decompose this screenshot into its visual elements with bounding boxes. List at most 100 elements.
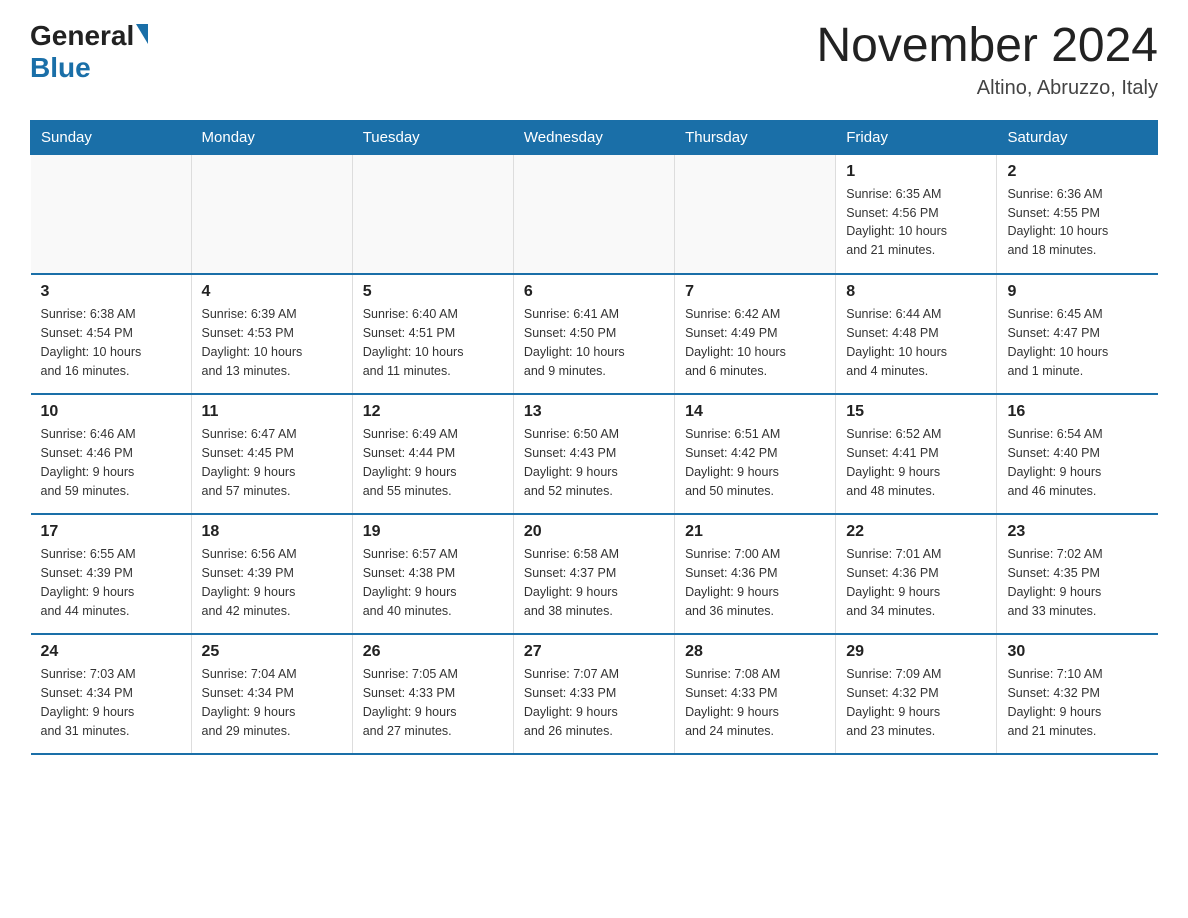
calendar-location: Altino, Abruzzo, Italy	[816, 77, 1158, 100]
calendar-week-row: 1 Sunrise: 6:35 AM Sunset: 4:56 PM Daylig…	[31, 154, 1158, 274]
calendar-cell: 6Sunrise: 6:41 AM Sunset: 4:50 PM Daylig…	[513, 274, 674, 394]
day-number: 4	[202, 283, 342, 301]
day-number: 1	[846, 163, 986, 181]
day-info: Sunrise: 7:10 AM Sunset: 4:32 PM Dayligh…	[1007, 665, 1147, 740]
calendar-week-row: 17Sunrise: 6:55 AM Sunset: 4:39 PM Dayli…	[31, 514, 1158, 634]
calendar-cell: 22 Sunrise: 7:01 AM Sunset: 4:36 PM Dayli…	[836, 514, 997, 634]
day-info: Sunrise: 7:08 AM Sunset: 4:33 PM Dayligh…	[685, 665, 825, 740]
day-number: 16	[1007, 403, 1147, 421]
day-info: Sunrise: 7:03 AM Sunset: 4:34 PM Dayligh…	[41, 665, 181, 740]
day-info: Sunrise: 6:45 AM Sunset: 4:47 PM Dayligh…	[1007, 305, 1147, 380]
day-number: 7	[685, 283, 825, 301]
calendar-cell	[191, 154, 352, 274]
calendar-cell: 19 Sunrise: 6:57 AM Sunset: 4:38 PM Dayli…	[352, 514, 513, 634]
calendar-cell	[675, 154, 836, 274]
day-number: 11	[202, 403, 342, 421]
day-number: 26	[363, 643, 503, 661]
day-info: Sunrise: 7:05 AM Sunset: 4:33 PM Dayligh…	[363, 665, 503, 740]
day-info: Sunrise: 6:42 AM Sunset: 4:49 PM Dayligh…	[685, 305, 825, 380]
calendar-week-row: 24 Sunrise: 7:03 AM Sunset: 4:34 PM Dayli…	[31, 634, 1158, 754]
calendar-cell: 11 Sunrise: 6:47 AM Sunset: 4:45 PM Dayli…	[191, 394, 352, 514]
day-info: Sunrise: 6:56 AM Sunset: 4:39 PM Dayligh…	[202, 545, 342, 620]
calendar-day-header: Tuesday	[352, 120, 513, 154]
calendar-cell: 29 Sunrise: 7:09 AM Sunset: 4:32 PM Dayli…	[836, 634, 997, 754]
day-number: 13	[524, 403, 664, 421]
day-number: 19	[363, 523, 503, 541]
calendar-cell: 15 Sunrise: 6:52 AM Sunset: 4:41 PM Dayli…	[836, 394, 997, 514]
logo-triangle-icon	[136, 24, 148, 44]
day-number: 3	[41, 283, 181, 301]
day-number: 24	[41, 643, 181, 661]
day-info: Sunrise: 6:50 AM Sunset: 4:43 PM Dayligh…	[524, 425, 664, 500]
logo-general-text: General	[30, 20, 134, 52]
calendar-title: November 2024	[816, 20, 1158, 73]
day-info: Sunrise: 6:35 AM Sunset: 4:56 PM Dayligh…	[846, 185, 986, 260]
calendar-week-row: 3 Sunrise: 6:38 AM Sunset: 4:54 PM Daylig…	[31, 274, 1158, 394]
day-info: Sunrise: 6:40 AM Sunset: 4:51 PM Dayligh…	[363, 305, 503, 380]
day-number: 22	[846, 523, 986, 541]
day-info: Sunrise: 7:07 AM Sunset: 4:33 PM Dayligh…	[524, 665, 664, 740]
day-info: Sunrise: 6:38 AM Sunset: 4:54 PM Dayligh…	[41, 305, 181, 380]
calendar-cell: 10Sunrise: 6:46 AM Sunset: 4:46 PM Dayli…	[31, 394, 192, 514]
calendar-cell	[31, 154, 192, 274]
day-number: 30	[1007, 643, 1147, 661]
day-number: 10	[41, 403, 181, 421]
calendar-cell: 3 Sunrise: 6:38 AM Sunset: 4:54 PM Daylig…	[31, 274, 192, 394]
calendar-table: SundayMondayTuesdayWednesdayThursdayFrid…	[30, 120, 1158, 756]
day-info: Sunrise: 6:52 AM Sunset: 4:41 PM Dayligh…	[846, 425, 986, 500]
day-info: Sunrise: 6:58 AM Sunset: 4:37 PM Dayligh…	[524, 545, 664, 620]
calendar-cell: 26 Sunrise: 7:05 AM Sunset: 4:33 PM Dayli…	[352, 634, 513, 754]
logo-blue-text: Blue	[30, 52, 148, 84]
day-number: 15	[846, 403, 986, 421]
day-number: 20	[524, 523, 664, 541]
calendar-cell: 25 Sunrise: 7:04 AM Sunset: 4:34 PM Dayli…	[191, 634, 352, 754]
day-info: Sunrise: 6:39 AM Sunset: 4:53 PM Dayligh…	[202, 305, 342, 380]
day-number: 25	[202, 643, 342, 661]
calendar-cell: 13 Sunrise: 6:50 AM Sunset: 4:43 PM Dayli…	[513, 394, 674, 514]
day-number: 27	[524, 643, 664, 661]
day-number: 18	[202, 523, 342, 541]
calendar-cell: 2Sunrise: 6:36 AM Sunset: 4:55 PM Daylig…	[997, 154, 1158, 274]
day-number: 23	[1007, 523, 1147, 541]
calendar-cell: 1 Sunrise: 6:35 AM Sunset: 4:56 PM Daylig…	[836, 154, 997, 274]
calendar-cell: 4 Sunrise: 6:39 AM Sunset: 4:53 PM Daylig…	[191, 274, 352, 394]
calendar-day-header: Saturday	[997, 120, 1158, 154]
day-info: Sunrise: 7:00 AM Sunset: 4:36 PM Dayligh…	[685, 545, 825, 620]
day-info: Sunrise: 6:44 AM Sunset: 4:48 PM Dayligh…	[846, 305, 986, 380]
calendar-cell: 18 Sunrise: 6:56 AM Sunset: 4:39 PM Dayli…	[191, 514, 352, 634]
calendar-cell: 30 Sunrise: 7:10 AM Sunset: 4:32 PM Dayli…	[997, 634, 1158, 754]
day-info: Sunrise: 6:51 AM Sunset: 4:42 PM Dayligh…	[685, 425, 825, 500]
calendar-cell	[513, 154, 674, 274]
day-info: Sunrise: 6:36 AM Sunset: 4:55 PM Dayligh…	[1007, 185, 1147, 260]
calendar-cell: 17Sunrise: 6:55 AM Sunset: 4:39 PM Dayli…	[31, 514, 192, 634]
day-info: Sunrise: 7:09 AM Sunset: 4:32 PM Dayligh…	[846, 665, 986, 740]
day-info: Sunrise: 7:02 AM Sunset: 4:35 PM Dayligh…	[1007, 545, 1147, 620]
title-area: November 2024 Altino, Abruzzo, Italy	[816, 20, 1158, 100]
logo: General Blue	[30, 20, 148, 84]
page-header: General Blue November 2024 Altino, Abruz…	[30, 20, 1158, 100]
day-info: Sunrise: 7:04 AM Sunset: 4:34 PM Dayligh…	[202, 665, 342, 740]
calendar-cell: 9 Sunrise: 6:45 AM Sunset: 4:47 PM Daylig…	[997, 274, 1158, 394]
calendar-cell: 7 Sunrise: 6:42 AM Sunset: 4:49 PM Daylig…	[675, 274, 836, 394]
calendar-cell: 27 Sunrise: 7:07 AM Sunset: 4:33 PM Dayli…	[513, 634, 674, 754]
calendar-cell	[352, 154, 513, 274]
calendar-cell: 12Sunrise: 6:49 AM Sunset: 4:44 PM Dayli…	[352, 394, 513, 514]
day-number: 17	[41, 523, 181, 541]
calendar-day-header: Friday	[836, 120, 997, 154]
day-number: 29	[846, 643, 986, 661]
calendar-cell: 5Sunrise: 6:40 AM Sunset: 4:51 PM Daylig…	[352, 274, 513, 394]
calendar-cell: 21 Sunrise: 7:00 AM Sunset: 4:36 PM Dayli…	[675, 514, 836, 634]
calendar-day-header: Wednesday	[513, 120, 674, 154]
day-info: Sunrise: 6:54 AM Sunset: 4:40 PM Dayligh…	[1007, 425, 1147, 500]
calendar-day-header: Monday	[191, 120, 352, 154]
day-number: 9	[1007, 283, 1147, 301]
day-number: 8	[846, 283, 986, 301]
calendar-cell: 24 Sunrise: 7:03 AM Sunset: 4:34 PM Dayli…	[31, 634, 192, 754]
day-info: Sunrise: 6:41 AM Sunset: 4:50 PM Dayligh…	[524, 305, 664, 380]
calendar-cell: 20 Sunrise: 6:58 AM Sunset: 4:37 PM Dayli…	[513, 514, 674, 634]
day-info: Sunrise: 6:47 AM Sunset: 4:45 PM Dayligh…	[202, 425, 342, 500]
day-info: Sunrise: 6:49 AM Sunset: 4:44 PM Dayligh…	[363, 425, 503, 500]
day-info: Sunrise: 6:57 AM Sunset: 4:38 PM Dayligh…	[363, 545, 503, 620]
day-info: Sunrise: 7:01 AM Sunset: 4:36 PM Dayligh…	[846, 545, 986, 620]
day-number: 21	[685, 523, 825, 541]
